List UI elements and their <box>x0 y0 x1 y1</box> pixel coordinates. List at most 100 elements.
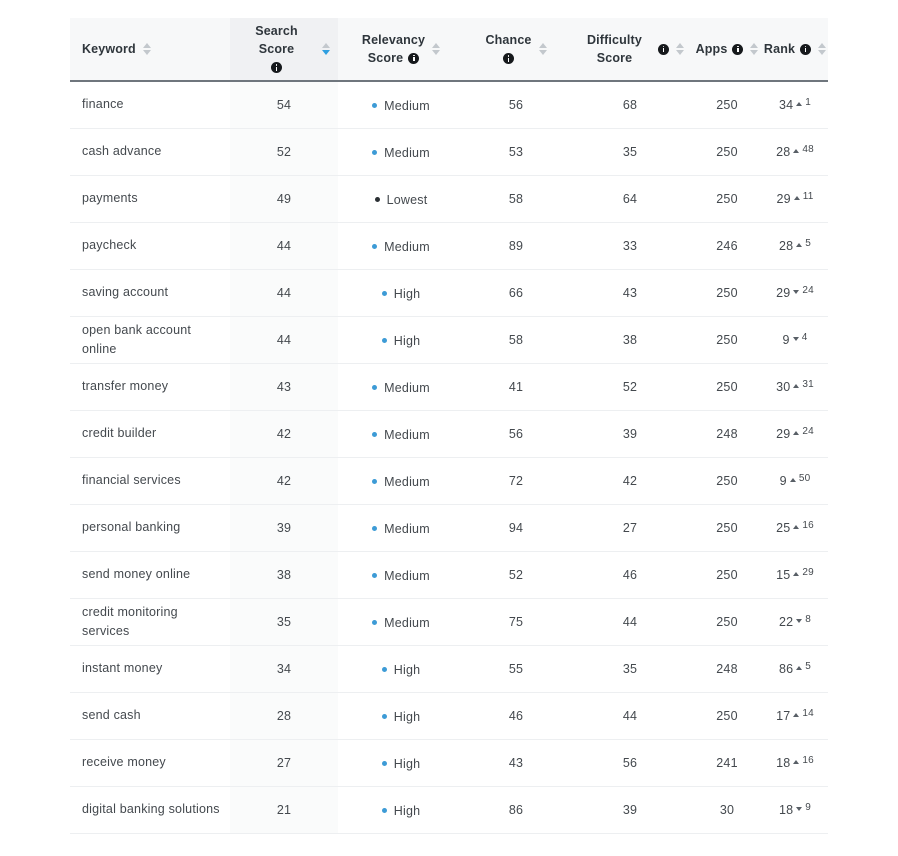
relevancy-dot-icon <box>372 479 378 485</box>
sort-descending-icon[interactable] <box>538 50 547 55</box>
column-header-difficulty[interactable]: Difficulty Score <box>568 18 692 82</box>
relevancy-dot-icon <box>381 808 387 814</box>
sort-descending-icon[interactable] <box>142 50 151 55</box>
cell-search-score: 42 <box>230 457 338 505</box>
info-icon[interactable] <box>271 62 282 74</box>
info-icon[interactable] <box>800 43 812 55</box>
column-header-text-part: Difficulty Score <box>587 32 642 65</box>
relevancy-label: Medium <box>384 239 430 254</box>
relevancy-badge: Medium <box>372 146 430 160</box>
column-header-text: Rank <box>763 40 812 58</box>
column-header-text: Chance <box>485 32 532 47</box>
table-row[interactable]: payments 49 Lowest 58 64 250 29 11 <box>70 175 828 223</box>
table-row[interactable]: finance 54 Medium 56 68 250 34 1 <box>70 81 828 129</box>
cell-difficulty-score: 39 <box>568 786 692 834</box>
relevancy-label: Medium <box>384 427 430 442</box>
cell-apps: 250 <box>692 175 762 223</box>
rank-value-group: 28 5 <box>779 238 812 253</box>
table-row[interactable]: instant money 34 High 55 35 248 86 5 <box>70 645 828 693</box>
table-row[interactable]: personal banking 39 Medium 94 27 250 25 16 <box>70 504 828 552</box>
info-icon[interactable] <box>503 53 514 65</box>
cell-rank: 29 11 <box>762 175 828 223</box>
sort-control-search[interactable] <box>322 43 330 55</box>
table-row[interactable]: credit monitoring services 35 Medium 75 44 25… <box>70 598 828 646</box>
cell-rank: 30 31 <box>762 363 828 411</box>
sort-control-rank[interactable] <box>818 43 827 55</box>
rank-value: 15 <box>776 568 791 582</box>
cell-keyword: digital banking solutions <box>70 786 230 834</box>
cell-keyword: financial services <box>70 457 230 505</box>
sort-ascending-icon[interactable] <box>322 43 330 48</box>
sort-control-difficulty[interactable] <box>676 43 684 55</box>
table-row[interactable]: open bank account online 44 High 58 38 250 9 4 <box>70 316 828 364</box>
table-row[interactable]: digital banking solutions 21 High 86 39 30 18 9 <box>70 786 828 834</box>
cell-relevancy-score: Medium <box>338 81 464 129</box>
cell-difficulty-score: 68 <box>568 81 692 129</box>
rank-up-arrow-icon <box>793 384 800 388</box>
sort-descending-icon[interactable] <box>818 50 827 55</box>
rank-delta: 11 <box>802 191 814 202</box>
sort-ascending-icon[interactable] <box>818 43 827 48</box>
sort-ascending-icon[interactable] <box>676 43 684 48</box>
sort-ascending-icon[interactable] <box>432 43 441 48</box>
relevancy-dot-icon <box>381 291 387 297</box>
table-row[interactable]: send cash 28 High 46 44 250 17 14 <box>70 692 828 740</box>
cell-keyword: receive money <box>70 739 230 787</box>
column-header-apps[interactable]: Apps <box>692 18 762 82</box>
sort-descending-icon[interactable] <box>322 50 330 55</box>
table-row[interactable]: paycheck 44 Medium 89 33 246 28 5 <box>70 222 828 270</box>
table-row[interactable]: transfer money 43 Medium 41 52 250 30 31 <box>70 363 828 411</box>
column-header-keyword[interactable]: Keyword <box>70 18 230 82</box>
cell-relevancy-score: High <box>338 645 464 693</box>
column-header-text-part: Rank <box>763 41 796 56</box>
table-row[interactable]: cash advance 52 Medium 53 35 250 28 48 <box>70 128 828 176</box>
table-row[interactable]: credit builder 42 Medium 56 39 248 29 24 <box>70 410 828 458</box>
relevancy-label: Medium <box>384 98 430 113</box>
table-row[interactable]: receive money 27 High 43 56 241 18 16 <box>70 739 828 787</box>
sort-descending-icon[interactable] <box>676 50 684 55</box>
column-header-chance[interactable]: Chance <box>464 18 568 82</box>
cell-rank: 86 5 <box>762 645 828 693</box>
table-row[interactable]: financial services 42 Medium 72 42 250 9 50 <box>70 457 828 505</box>
sort-control-apps[interactable] <box>750 43 759 55</box>
cell-keyword: payments <box>70 175 230 223</box>
rank-up-arrow-icon <box>793 572 800 576</box>
column-header-rank[interactable]: Rank <box>762 18 828 82</box>
sort-control-keyword[interactable] <box>142 43 151 55</box>
column-header-relevancy[interactable]: Relevancy Score <box>338 18 464 82</box>
rank-up-arrow-icon <box>793 149 800 153</box>
column-header-label: Rank <box>763 40 812 58</box>
rank-down-arrow-icon <box>793 290 800 294</box>
cell-search-score: 44 <box>230 269 338 317</box>
sort-ascending-icon[interactable] <box>142 43 151 48</box>
column-header-label: Relevancy Score <box>362 31 425 67</box>
cell-search-score: 49 <box>230 175 338 223</box>
info-icon[interactable] <box>732 43 744 55</box>
column-header-search[interactable]: Search Score <box>230 18 338 82</box>
cell-apps: 250 <box>692 269 762 317</box>
table-row[interactable]: saving account 44 High 66 43 250 29 24 <box>70 269 828 317</box>
cell-search-score: 38 <box>230 551 338 599</box>
info-icon[interactable] <box>408 52 420 64</box>
rank-up-arrow-icon <box>793 713 800 717</box>
sort-control-relevancy[interactable] <box>432 43 441 55</box>
rank-up-arrow-icon <box>793 196 800 200</box>
sort-control-chance[interactable] <box>538 43 547 55</box>
cell-keyword: credit monitoring services <box>70 598 230 646</box>
rank-delta: 5 <box>805 238 812 249</box>
sort-descending-icon[interactable] <box>750 50 759 55</box>
sort-ascending-icon[interactable] <box>750 43 759 48</box>
sort-ascending-icon[interactable] <box>538 43 547 48</box>
rank-down-arrow-icon <box>796 619 803 623</box>
cell-keyword: cash advance <box>70 128 230 176</box>
cell-keyword: paycheck <box>70 222 230 270</box>
rank-delta: 9 <box>805 802 812 813</box>
table-body: finance 54 Medium 56 68 250 34 1 cash advance 52 M… <box>70 81 828 834</box>
cell-search-score: 21 <box>230 786 338 834</box>
table-row[interactable]: send money online 38 Medium 52 46 250 15 29 <box>70 551 828 599</box>
relevancy-label: High <box>393 333 421 348</box>
info-icon[interactable] <box>658 43 669 55</box>
cell-keyword: open bank account online <box>70 316 230 364</box>
sort-descending-icon[interactable] <box>432 50 441 55</box>
cell-difficulty-score: 64 <box>568 175 692 223</box>
